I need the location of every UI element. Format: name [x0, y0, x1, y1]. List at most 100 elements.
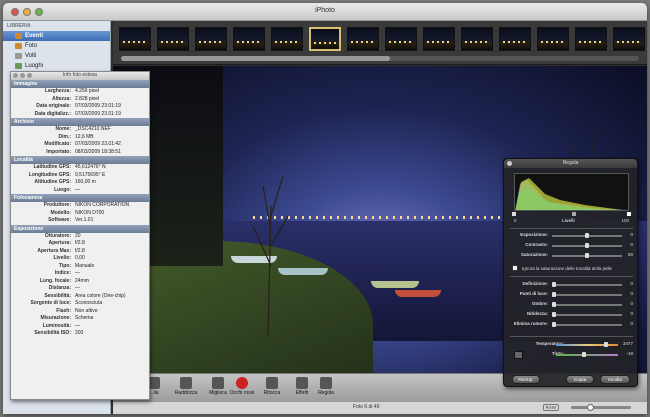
info-value: 45,612476° N [75, 164, 106, 170]
adjust-slider-row: Tinta:-18 [524, 351, 635, 359]
slider-track[interactable] [552, 253, 622, 258]
info-section-header[interactable]: Località [11, 156, 149, 164]
slider-knob[interactable] [603, 342, 608, 347]
levels-label: Livelli [562, 218, 575, 223]
info-key: Dim.: [58, 133, 72, 140]
slider-track[interactable] [552, 243, 622, 248]
slider-knob[interactable] [585, 243, 589, 248]
filmstrip-thumbnail[interactable] [195, 27, 227, 51]
sidebar-item-label: Luoghi [25, 63, 44, 69]
sidebar-item-volti[interactable]: Volti [3, 51, 110, 61]
levels-black-point[interactable] [512, 212, 516, 216]
filmstrip-thumbnail[interactable] [157, 27, 189, 51]
slider-knob[interactable] [552, 322, 556, 327]
slider-track[interactable] [556, 352, 618, 357]
paste-button[interactable]: Incolla [600, 375, 630, 384]
info-value: — [75, 322, 80, 329]
info-value: Manuale [75, 262, 95, 269]
sidebar-item-foto[interactable]: Foto [3, 41, 110, 51]
info-section-header[interactable]: Archivio [11, 118, 149, 126]
filmstrip-thumbnail[interactable] [119, 27, 151, 51]
slider-knob[interactable] [585, 233, 589, 238]
filmstrip-thumbnail[interactable] [575, 27, 607, 51]
adjust-panel-title: Regola [562, 160, 579, 166]
info-key: Produttore: [43, 202, 71, 208]
info-key: Livello: [53, 255, 71, 261]
sidebar-item-luoghi[interactable]: Luoghi [3, 61, 110, 71]
slider-value: 0 [630, 301, 633, 306]
title-bar[interactable]: iPhoto [3, 3, 647, 21]
slider-label: Elimina rumore: [513, 321, 548, 326]
info-row: Data digitalizz.: 07/03/2009 23.01:19 [11, 111, 149, 119]
slider-label: Punti di luce: [519, 291, 548, 296]
filmstrip-thumbnail[interactable] [385, 27, 417, 51]
filmstrip-thumbnail[interactable] [537, 27, 569, 51]
slider-knob[interactable] [582, 352, 587, 357]
slider-knob[interactable] [552, 292, 556, 297]
filmstrip-thumbnail[interactable] [271, 27, 303, 51]
toolbar-button[interactable]: Ritocca [257, 377, 287, 396]
info-value: — [75, 270, 80, 276]
minimize-panel-icon[interactable] [20, 73, 25, 78]
slider-track[interactable] [552, 233, 622, 238]
raw-badge: RAW [542, 404, 559, 411]
info-value: Ver.1.01 [75, 217, 94, 223]
adjust-panel-titlebar[interactable]: Regola [504, 159, 637, 168]
info-row: Altitudine GPS: 160,00 m [11, 179, 149, 187]
close-panel-icon[interactable] [13, 73, 18, 78]
slider-track[interactable] [552, 322, 622, 327]
levels-midpoint[interactable] [572, 212, 576, 216]
filmstrip-thumbnail[interactable] [309, 27, 341, 51]
slider-track[interactable] [552, 312, 622, 317]
slider-track[interactable] [556, 342, 618, 347]
filmstrip-thumbnail[interactable] [347, 27, 379, 51]
slider-knob[interactable] [585, 253, 589, 258]
filmstrip-scrollbar[interactable] [121, 56, 639, 61]
info-section-header[interactable]: Immagine [11, 80, 149, 88]
info-section-header[interactable]: Esposizione [11, 224, 149, 233]
slider-knob[interactable] [552, 302, 556, 307]
filmstrip-scroll-knob[interactable] [121, 56, 391, 61]
slider-track[interactable] [552, 292, 622, 297]
filmstrip-thumbnail[interactable] [423, 27, 455, 51]
skin-tone-checkbox[interactable] [512, 265, 518, 271]
zoom-slider-knob[interactable] [586, 404, 594, 411]
info-panel-titlebar[interactable]: Info foto estesa [11, 72, 149, 80]
info-key: Luminosità: [42, 322, 71, 329]
levels-control[interactable]: 0 Livelli 100 [512, 212, 631, 226]
photos-icon [15, 43, 22, 49]
filmstrip-thumbnail[interactable] [461, 27, 493, 51]
red-eye-icon [236, 377, 248, 389]
slider-knob[interactable] [552, 312, 556, 317]
close-icon[interactable] [507, 161, 512, 166]
info-key: Larghezza: [44, 88, 71, 94]
levels-white-point[interactable] [627, 212, 631, 216]
places-icon [15, 63, 22, 69]
filmstrip-thumbnail[interactable] [613, 27, 645, 51]
info-row: Longitudine GPS: 9,5175695° E [11, 172, 149, 180]
toolbar-button[interactable]: Regola [311, 377, 341, 396]
copy-button[interactable]: Copia [566, 375, 594, 384]
filmstrip-thumbnail[interactable] [499, 27, 531, 51]
zoom-slider[interactable] [571, 404, 631, 411]
info-section-header[interactable]: Fotocamera [11, 194, 149, 202]
info-value: 0,00 [75, 255, 85, 261]
toolbar-button[interactable]: Raddrizza [171, 377, 201, 396]
reset-button[interactable]: Reimp. [512, 375, 540, 384]
slider-knob[interactable] [552, 282, 556, 287]
slider-track[interactable] [552, 302, 622, 307]
info-key: Otturatore: [44, 232, 71, 239]
info-key: Latitudine GPS: [33, 164, 72, 170]
sidebar-item-eventi[interactable]: Eventi [3, 31, 110, 41]
eyedropper-icon[interactable] [514, 351, 523, 359]
retouch-brush-icon [266, 377, 278, 389]
zoom-panel-icon[interactable] [27, 73, 32, 78]
faces-icon [15, 53, 22, 59]
levels-min-label: 0 [514, 218, 517, 223]
info-key: Indice: [54, 270, 71, 276]
info-row: Otturatore: 20 [11, 233, 149, 241]
filmstrip-thumbnail[interactable] [233, 27, 265, 51]
slider-label: Contrasto: [525, 242, 548, 247]
toolbar-button[interactable]: Occhi rossi [227, 377, 257, 396]
slider-track[interactable] [552, 282, 622, 287]
